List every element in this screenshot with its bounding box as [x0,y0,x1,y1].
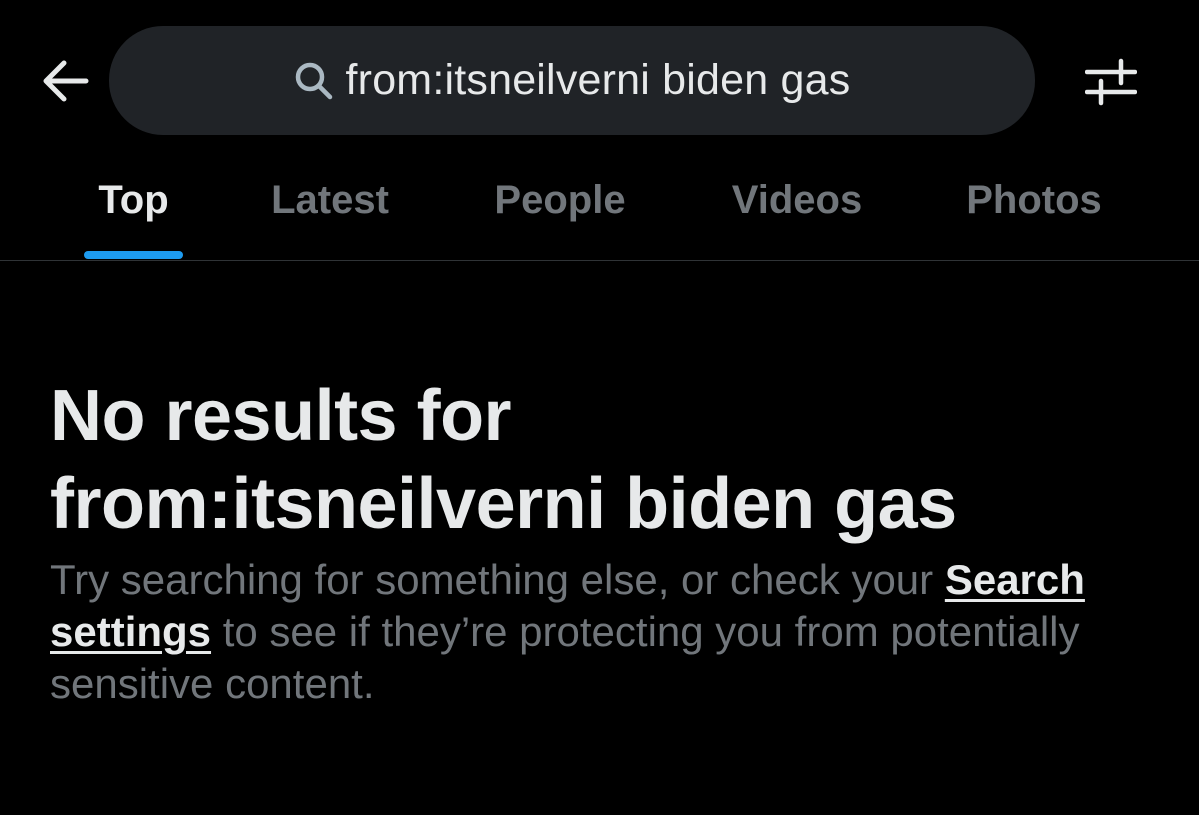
empty-state-message-prefix: Try searching for something else, or che… [50,556,945,603]
sliders-icon [1085,58,1137,106]
empty-state-message: Try searching for something else, or che… [50,554,1160,710]
empty-state-title-line1: No results for [50,376,512,456]
back-button[interactable] [36,52,94,110]
search-query: from:itsneilverni biden gas [345,56,851,104]
tabs-divider [0,260,1199,261]
empty-state-title-line2: from:itsneilverni biden gas [50,464,957,544]
search-header: from:itsneilverni biden gas [0,0,1199,160]
tab-people[interactable]: People [470,160,650,260]
tab-videos[interactable]: Videos [706,160,888,260]
empty-state: No results for from:itsneilverni biden g… [50,372,1160,710]
search-icon [294,61,334,101]
active-tab-indicator [84,251,183,259]
tab-photos[interactable]: Photos [940,160,1128,260]
tab-latest[interactable]: Latest [250,160,410,260]
empty-state-title: No results for from:itsneilverni biden g… [50,372,1160,548]
arrow-left-icon [43,60,89,102]
search-input[interactable]: from:itsneilverni biden gas [109,26,1035,135]
search-filters-button[interactable] [1080,54,1142,110]
search-tabs: Top Latest People Videos Photos [0,160,1199,260]
tab-top[interactable]: Top [84,160,183,260]
